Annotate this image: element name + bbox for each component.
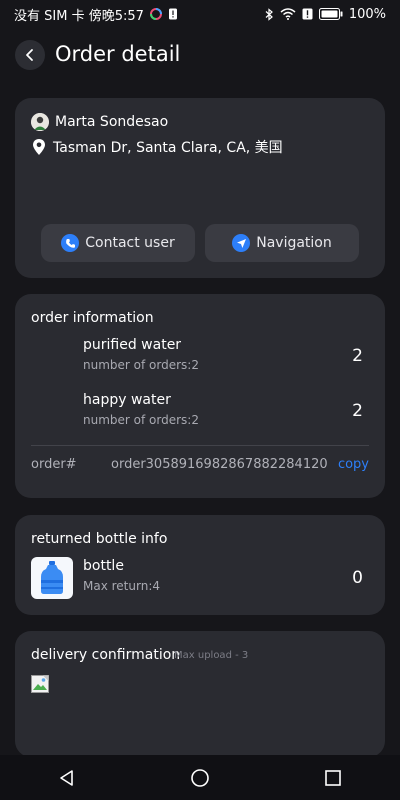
circle-home-icon — [191, 768, 209, 787]
order-number-row: order# order3058916982867882284120 copy — [31, 457, 369, 477]
contact-user-label: Contact user — [85, 235, 175, 251]
colorful-app-icon — [149, 8, 162, 20]
broken-image-icon[interactable] — [31, 675, 49, 693]
order-item: happy water number of orders:2 2 — [83, 392, 363, 434]
system-nav-bar — [0, 755, 400, 800]
battery-icon — [318, 8, 343, 20]
nav-back-button[interactable] — [45, 756, 89, 800]
user-name: Marta Sondesao — [55, 114, 169, 130]
order-item-meta: number of orders:2 — [83, 413, 199, 427]
nav-recents-button[interactable] — [311, 756, 355, 800]
back-button[interactable] — [15, 40, 45, 70]
status-bar: 没有 SIM 卡 傍晚5:57 100% — [0, 0, 400, 28]
delivery-title: delivery confirmation — [31, 647, 181, 663]
delivery-confirmation-card: delivery confirmation Max upload - 3 — [15, 631, 385, 757]
order-item-name: happy water — [83, 392, 171, 408]
bottle-name: bottle — [83, 558, 124, 574]
order-item-name: purified water — [83, 337, 182, 353]
order-info-card: order information purified water number … — [15, 294, 385, 498]
user-card: Marta Sondesao Tasman Dr, Santa Clara, C… — [15, 98, 385, 278]
chevron-left-icon — [26, 49, 33, 61]
alert-icon — [302, 8, 313, 20]
triangle-back-icon — [59, 769, 73, 786]
user-address: Tasman Dr, Santa Clara, CA, 美国 — [53, 140, 283, 156]
divider — [31, 445, 369, 446]
order-info-title: order information — [31, 310, 154, 326]
sim-alert-icon — [168, 8, 178, 20]
status-text: 没有 SIM 卡 傍晚5:57 — [14, 8, 144, 24]
water-bottle-icon — [31, 557, 73, 599]
order-item-qty: 2 — [352, 401, 363, 421]
order-number-value: order3058916982867882284120 — [111, 457, 328, 472]
order-item-qty: 2 — [352, 346, 363, 366]
avatar — [31, 113, 49, 131]
battery-percent: 100% — [348, 6, 386, 22]
status-right: 100% — [265, 7, 386, 22]
location-pin-icon — [31, 138, 47, 156]
user-address-row: Tasman Dr, Santa Clara, CA, 美国 — [31, 137, 283, 157]
nav-home-button[interactable] — [178, 756, 222, 800]
bottle-max-return: Max return:4 — [83, 579, 160, 593]
order-item-meta: number of orders:2 — [83, 358, 199, 372]
navigation-button[interactable]: Navigation — [205, 224, 359, 262]
bottle-qty: 0 — [352, 568, 363, 588]
header: Order detail — [0, 32, 400, 78]
order-number-label: order# — [31, 457, 77, 472]
phone-icon — [61, 234, 80, 252]
contact-user-button[interactable]: Contact user — [41, 224, 195, 262]
bluetooth-icon — [265, 7, 274, 21]
order-item: purified water number of orders:2 2 — [83, 337, 363, 379]
returned-bottle-card: returned bottle info bottle Max return:4… — [15, 515, 385, 615]
square-recents-icon — [325, 769, 342, 786]
navigation-label: Navigation — [256, 235, 332, 251]
navigation-arrow-icon — [232, 234, 251, 252]
copy-button[interactable]: copy — [338, 457, 369, 472]
delivery-upload-hint: Max upload - 3 — [174, 650, 249, 661]
bottle-info-title: returned bottle info — [31, 531, 168, 547]
user-name-row: Marta Sondesao — [31, 113, 168, 131]
status-left: 没有 SIM 卡 傍晚5:57 — [14, 5, 178, 24]
wifi-icon — [280, 8, 296, 20]
page-title: Order detail — [55, 42, 181, 66]
